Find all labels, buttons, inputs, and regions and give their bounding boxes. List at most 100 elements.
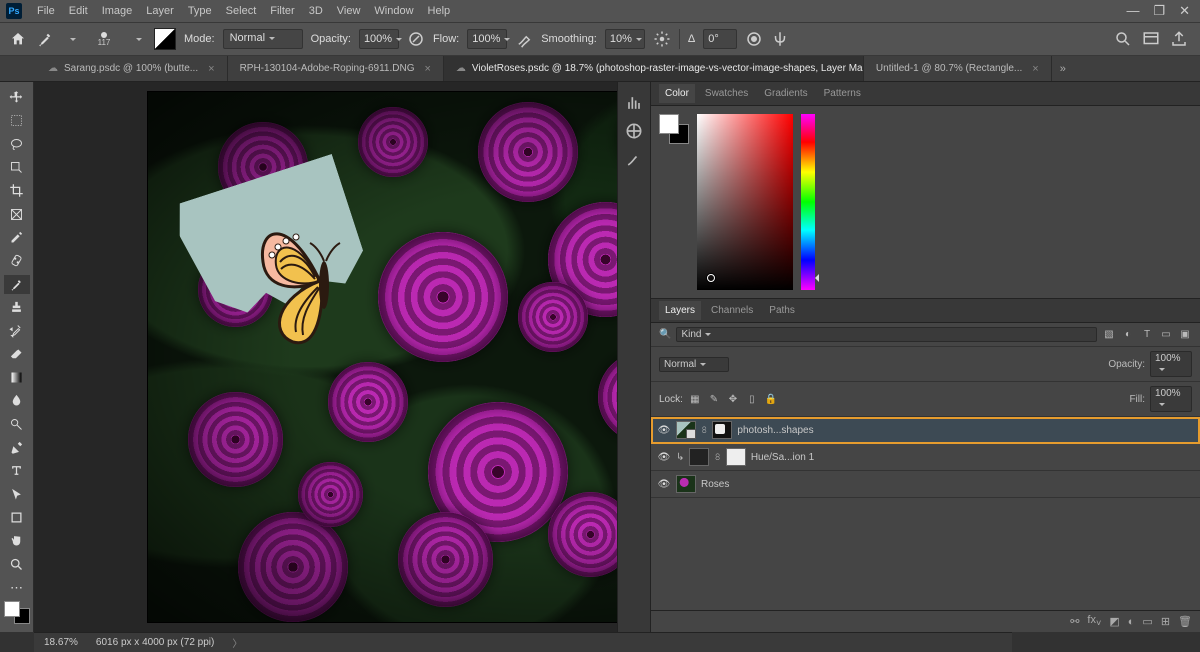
tool-preset-picker[interactable] (62, 30, 80, 48)
layer-thumb[interactable] (676, 475, 696, 493)
panel-tab-paths[interactable]: Paths (763, 301, 801, 320)
fill-input[interactable]: 100% (1150, 386, 1192, 412)
lock-paint-icon[interactable]: ✎ (707, 392, 721, 406)
document-tab[interactable]: ☁VioletRoses.psdc @ 18.7% (photoshop-ras… (444, 56, 864, 81)
filter-shape-icon[interactable]: ▭ (1159, 328, 1173, 342)
brush-tool-icon[interactable] (4, 275, 30, 294)
new-adjust-icon[interactable]: ◐ (1128, 616, 1135, 628)
marquee-tool-icon[interactable] (4, 111, 30, 130)
layer-opacity-input[interactable]: 100% (1150, 351, 1192, 377)
menu-3d[interactable]: 3D (302, 2, 330, 20)
workspace-icon[interactable] (1142, 30, 1160, 48)
document-tab[interactable]: Untitled-1 @ 80.7% (Rectangle...× (864, 56, 1052, 81)
hand-tool-icon[interactable] (4, 531, 30, 550)
link-layers-icon[interactable]: ⚯ (1070, 615, 1079, 628)
blur-tool-icon[interactable] (4, 391, 30, 410)
layer-row[interactable]: 👁↳𝟾Hue/Sa...ion 1 (651, 444, 1200, 471)
opacity-input[interactable]: 100% (359, 29, 399, 49)
lock-pos-icon[interactable]: ✥ (726, 392, 740, 406)
menu-edit[interactable]: Edit (62, 2, 95, 20)
menu-view[interactable]: View (330, 2, 368, 20)
visibility-icon[interactable]: 👁 (657, 425, 671, 436)
flow-input[interactable]: 100% (467, 29, 507, 49)
maximize-icon[interactable]: ❐ (1153, 3, 1165, 19)
tabs-overflow-icon[interactable]: » (1052, 56, 1074, 81)
document-canvas[interactable] (148, 92, 617, 622)
dock-histogram-icon[interactable] (624, 94, 644, 112)
saturation-value-picker[interactable] (697, 114, 793, 290)
layer-filter-select[interactable]: Kind (676, 327, 1097, 342)
wand-tool-icon[interactable] (4, 158, 30, 177)
brush-panel-toggle-icon[interactable] (154, 28, 176, 50)
menu-select[interactable]: Select (219, 2, 264, 20)
pressure-size-icon[interactable] (745, 30, 763, 48)
brush-tool-icon[interactable] (36, 30, 54, 48)
gradient-tool-icon[interactable] (4, 368, 30, 387)
edit-toolbar-icon[interactable]: ⋯ (4, 578, 30, 597)
visibility-icon[interactable]: 👁 (657, 479, 671, 490)
tab-close-icon[interactable]: × (208, 63, 214, 75)
document-tab[interactable]: ☁Sarang.psdc @ 100% (butte...× (36, 56, 228, 81)
filter-adjust-icon[interactable]: ◐ (1121, 328, 1135, 342)
status-chevron-icon[interactable]: 〉 (232, 635, 242, 650)
symmetry-icon[interactable] (771, 30, 789, 48)
delete-layer-icon[interactable]: 🗑 (1178, 615, 1192, 628)
eyedropper-tool-icon[interactable] (4, 228, 30, 247)
search-icon[interactable] (1114, 30, 1132, 48)
brush-preview[interactable]: 117 (88, 25, 120, 53)
pressure-opacity-icon[interactable] (407, 30, 425, 48)
menu-window[interactable]: Window (367, 2, 420, 20)
layer-row[interactable]: 👁 Roses (651, 471, 1200, 498)
move-tool-icon[interactable] (4, 88, 30, 107)
add-mask-icon[interactable]: ◩ (1109, 615, 1119, 628)
path-select-tool-icon[interactable] (4, 485, 30, 504)
menu-help[interactable]: Help (421, 2, 458, 20)
brush-picker-caret[interactable] (128, 30, 146, 48)
menu-filter[interactable]: Filter (263, 2, 301, 20)
share-icon[interactable] (1170, 30, 1188, 48)
menu-file[interactable]: File (30, 2, 62, 20)
dock-adjust-icon[interactable] (624, 122, 644, 140)
new-group-icon[interactable]: ▭ (1142, 615, 1152, 628)
search-icon[interactable]: 🔍 (659, 329, 671, 340)
panel-tab-patterns[interactable]: Patterns (818, 84, 867, 103)
panel-tab-swatches[interactable]: Swatches (699, 84, 754, 103)
panel-tab-gradients[interactable]: Gradients (758, 84, 813, 103)
layer-thumb[interactable] (689, 448, 709, 466)
filter-type-icon[interactable]: T (1140, 328, 1154, 342)
frame-tool-icon[interactable] (4, 205, 30, 224)
new-layer-icon[interactable]: ⊞ (1161, 615, 1170, 628)
dock-libraries-icon[interactable] (624, 150, 644, 168)
menu-layer[interactable]: Layer (139, 2, 181, 20)
layer-row[interactable]: 👁𝟾photosh...shapes (651, 417, 1200, 444)
layer-blend-select[interactable]: Normal (659, 357, 729, 372)
airbrush-icon[interactable] (515, 30, 533, 48)
pen-tool-icon[interactable] (4, 438, 30, 457)
lock-nest-icon[interactable]: ▯ (745, 392, 759, 406)
panel-tab-color[interactable]: Color (659, 84, 695, 103)
type-tool-icon[interactable] (4, 461, 30, 480)
layer-name[interactable]: photosh...shapes (737, 425, 1194, 436)
eraser-tool-icon[interactable] (4, 345, 30, 364)
heal-tool-icon[interactable] (4, 251, 30, 270)
layer-name[interactable]: Roses (701, 479, 1194, 490)
shape-tool-icon[interactable] (4, 508, 30, 527)
stamp-tool-icon[interactable] (4, 298, 30, 317)
mask-thumb[interactable] (726, 448, 746, 466)
color-swatches[interactable] (4, 601, 30, 624)
angle-input[interactable]: 0° (703, 29, 737, 49)
menu-image[interactable]: Image (95, 2, 140, 20)
link-icon[interactable]: 𝟾 (714, 452, 720, 463)
home-icon[interactable] (8, 29, 28, 49)
close-icon[interactable]: ✕ (1179, 3, 1190, 19)
layer-thumb[interactable] (676, 421, 696, 439)
zoom-tool-icon[interactable] (4, 555, 30, 574)
lasso-tool-icon[interactable] (4, 135, 30, 154)
tab-close-icon[interactable]: × (1032, 63, 1038, 75)
document-tab[interactable]: RPH-130104-Adobe-Roping-6911.DNG× (228, 56, 444, 81)
lock-trans-icon[interactable]: ▦ (688, 392, 702, 406)
zoom-level[interactable]: 18.67% (44, 637, 78, 648)
doc-info[interactable]: 6016 px x 4000 px (72 ppi) (96, 637, 214, 648)
filter-image-icon[interactable]: ▧ (1102, 328, 1116, 342)
crop-tool-icon[interactable] (4, 181, 30, 200)
